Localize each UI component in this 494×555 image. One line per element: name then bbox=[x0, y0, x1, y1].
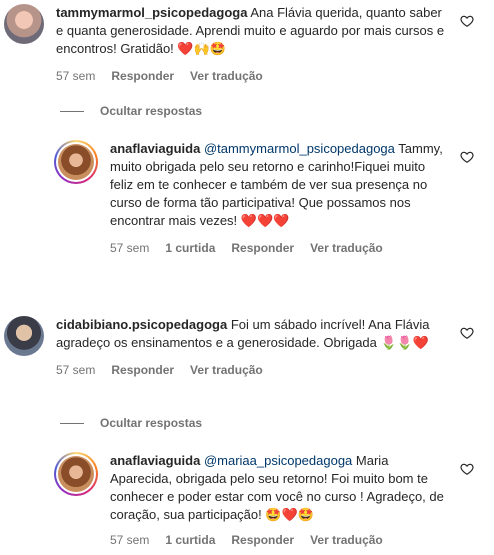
comment-item: tammymarmol_psicopedagoga Ana Flávia que… bbox=[4, 4, 454, 85]
hide-replies-toggle[interactable]: Ocultar respostas bbox=[60, 416, 202, 430]
translate-button[interactable]: Ver tradução bbox=[190, 361, 263, 379]
reply-button[interactable]: Responder bbox=[111, 361, 174, 379]
translate-button[interactable]: Ver tradução bbox=[310, 239, 383, 257]
avatar[interactable] bbox=[54, 140, 98, 184]
avatar[interactable] bbox=[4, 316, 44, 356]
comment-body: tammymarmol_psicopedagoga Ana Flávia que… bbox=[56, 4, 446, 85]
mention-link[interactable]: @mariaa_psicopedagoga bbox=[204, 453, 352, 468]
likes-count[interactable]: 1 curtida bbox=[165, 531, 215, 549]
reply-item: anaflaviaguida @mariaa_psicopedagoga Mar… bbox=[54, 452, 454, 549]
avatar[interactable] bbox=[4, 4, 44, 44]
comment-body: anaflaviaguida @tammymarmol_psicopedagog… bbox=[110, 140, 450, 257]
comment-username[interactable]: tammymarmol_psicopedagoga bbox=[56, 5, 247, 20]
reply-button[interactable]: Responder bbox=[111, 67, 174, 85]
like-heart-icon[interactable] bbox=[460, 150, 474, 164]
hide-replies-label: Ocultar respostas bbox=[100, 416, 203, 430]
reply-button[interactable]: Responder bbox=[231, 239, 294, 257]
comment-age: 57 sem bbox=[56, 363, 96, 377]
comment-emojis: 🌷🌷❤️ bbox=[380, 336, 430, 351]
comment-meta: 57 sem Responder Ver tradução bbox=[56, 361, 446, 379]
hide-replies-label: Ocultar respostas bbox=[100, 104, 203, 118]
like-heart-icon[interactable] bbox=[460, 14, 474, 28]
translate-button[interactable]: Ver tradução bbox=[190, 67, 263, 85]
comment-body: cidabibiano.psicopedagoga Foi um sábado … bbox=[56, 316, 446, 379]
comment-meta: 57 sem Responder Ver tradução bbox=[56, 67, 446, 85]
comment-emojis: 🤩❤️🤩 bbox=[265, 508, 314, 523]
comment-body: anaflaviaguida @mariaa_psicopedagoga Mar… bbox=[110, 452, 450, 549]
comment-item: cidabibiano.psicopedagoga Foi um sábado … bbox=[4, 316, 454, 379]
comment-age: 57 sem bbox=[56, 69, 96, 83]
comment-username[interactable]: cidabibiano.psicopedagoga bbox=[56, 317, 227, 332]
divider-line bbox=[60, 422, 84, 424]
comment-emojis: ❤️❤️❤️ bbox=[240, 214, 290, 229]
mention-link[interactable]: @tammymarmol_psicopedagoga bbox=[204, 141, 395, 156]
like-heart-icon[interactable] bbox=[460, 462, 474, 476]
reply-button[interactable]: Responder bbox=[231, 531, 294, 549]
reply-item: anaflaviaguida @tammymarmol_psicopedagog… bbox=[54, 140, 454, 257]
comment-meta: 57 sem 1 curtida Responder Ver tradução bbox=[110, 531, 450, 549]
avatar[interactable] bbox=[54, 452, 98, 496]
divider-line bbox=[60, 110, 84, 112]
hide-replies-toggle[interactable]: Ocultar respostas bbox=[60, 104, 202, 118]
comment-emojis: ❤️🙌🤩 bbox=[177, 42, 226, 57]
like-heart-icon[interactable] bbox=[460, 326, 474, 340]
comment-username[interactable]: anaflaviaguida bbox=[110, 453, 200, 468]
comment-username[interactable]: anaflaviaguida bbox=[110, 141, 200, 156]
comments-section: tammymarmol_psicopedagoga Ana Flávia que… bbox=[0, 0, 494, 555]
likes-count[interactable]: 1 curtida bbox=[165, 239, 215, 257]
comment-meta: 57 sem 1 curtida Responder Ver tradução bbox=[110, 239, 450, 257]
comment-age: 57 sem bbox=[110, 533, 150, 547]
translate-button[interactable]: Ver tradução bbox=[310, 531, 383, 549]
comment-age: 57 sem bbox=[110, 241, 150, 255]
